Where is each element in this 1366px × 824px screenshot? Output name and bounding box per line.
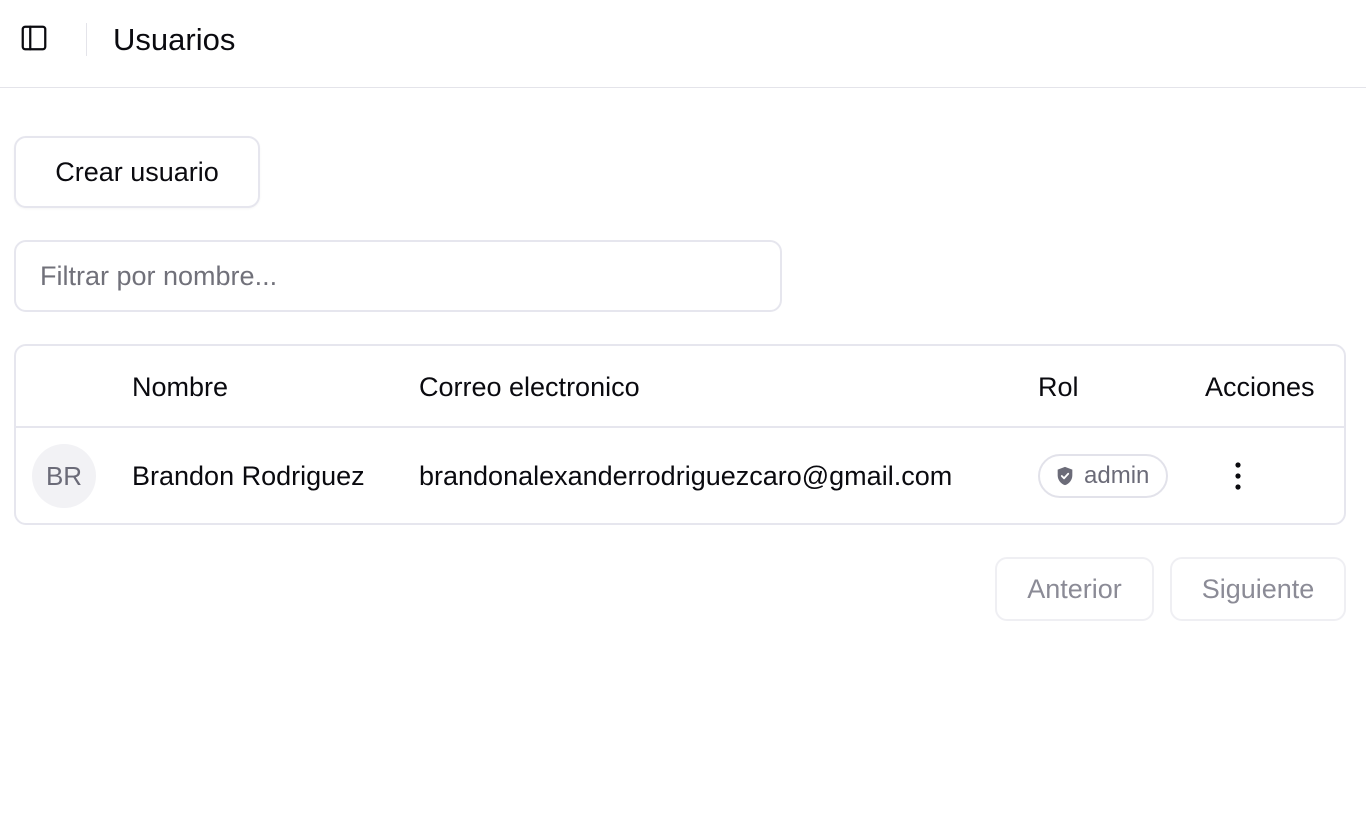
column-header-actions: Acciones xyxy=(1205,372,1315,402)
header-divider xyxy=(86,23,87,56)
table-header: Nombre Correo electronico Rol Acciones xyxy=(16,346,1344,428)
column-header-name: Nombre xyxy=(132,372,229,402)
role-label: admin xyxy=(1084,462,1150,489)
previous-page-button[interactable]: Anterior xyxy=(995,557,1154,621)
create-user-button[interactable]: Crear usuario xyxy=(14,136,260,208)
shield-check-icon xyxy=(1054,465,1076,487)
page-header: Usuarios xyxy=(0,0,1366,88)
page-title: Usuarios xyxy=(113,22,236,57)
row-actions-button[interactable] xyxy=(1220,458,1256,494)
role-badge: admin xyxy=(1038,454,1168,498)
sidebar-toggle-button[interactable] xyxy=(18,24,50,56)
filter-name-input[interactable] xyxy=(14,240,782,312)
user-name: Brandon Rodriguez xyxy=(132,461,365,491)
column-header-email: Correo electronico xyxy=(419,372,640,402)
column-header-role: Rol xyxy=(1038,372,1079,402)
avatar: BR xyxy=(32,444,96,508)
users-table: Nombre Correo electronico Rol Acciones B… xyxy=(14,344,1346,525)
table-row: BR Brandon Rodriguez brandonalexanderrod… xyxy=(16,428,1344,523)
next-page-button[interactable]: Siguiente xyxy=(1170,557,1346,621)
sidebar-panel-icon xyxy=(19,23,49,58)
user-email: brandonalexanderrodriguezcaro@gmail.com xyxy=(419,461,953,491)
more-vertical-icon xyxy=(1234,461,1242,491)
